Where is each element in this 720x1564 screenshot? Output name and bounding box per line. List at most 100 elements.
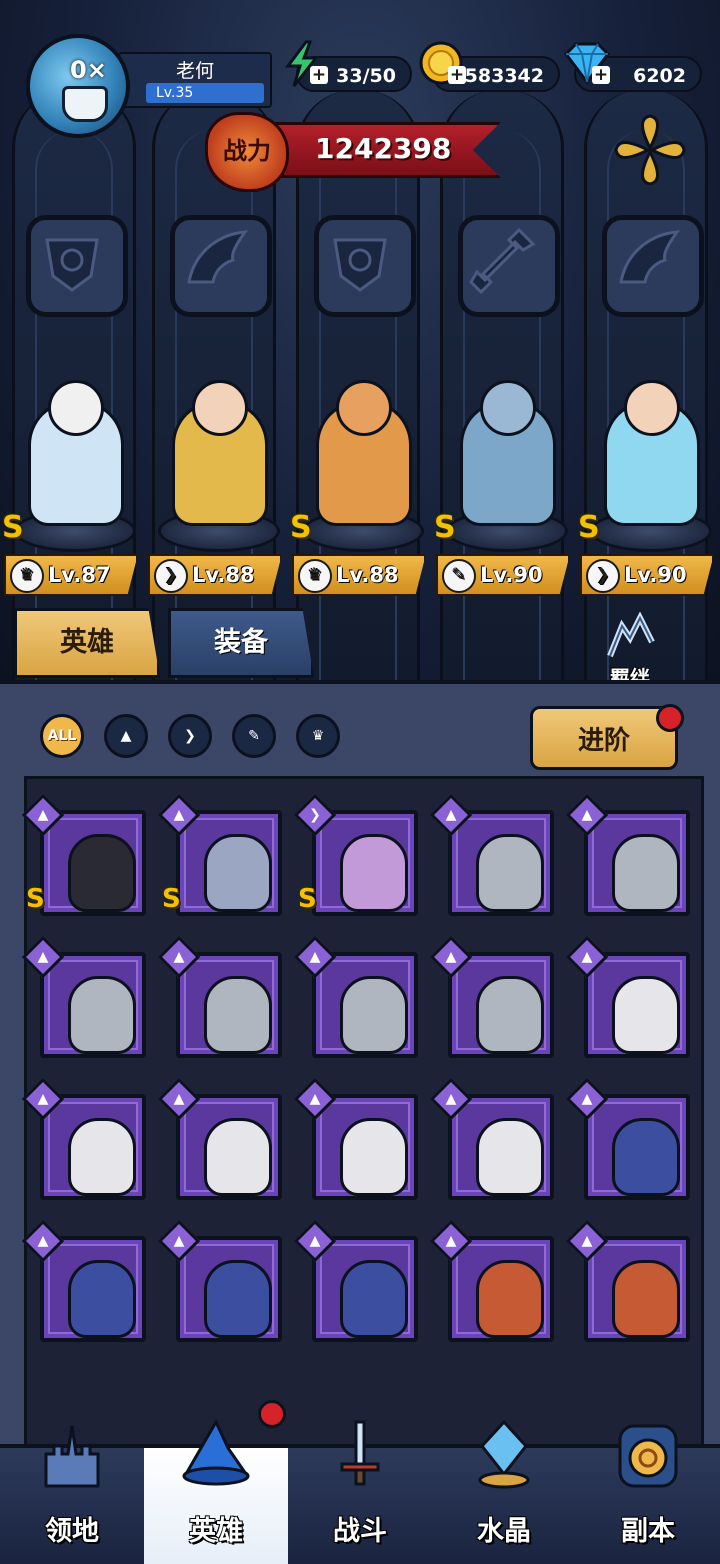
rank-s-badge: S <box>2 510 24 545</box>
diamond-icon: + <box>562 40 610 85</box>
hero-card[interactable] <box>312 1236 418 1342</box>
hero-level: Lv.87 <box>48 563 111 587</box>
hero-card[interactable] <box>448 952 554 1058</box>
hero-card[interactable] <box>40 1236 146 1342</box>
plus-icon[interactable]: + <box>310 66 328 84</box>
hero-level-tag: ♛ Lv.88 <box>292 554 426 596</box>
filter-warrior-icon[interactable]: ♛ <box>296 714 340 758</box>
hero-card[interactable] <box>176 1094 282 1200</box>
tab-equipment[interactable]: 装备 <box>168 608 314 678</box>
player-namebar[interactable]: 老何 Lv.35 <box>118 52 272 108</box>
hero-card[interactable] <box>40 952 146 1058</box>
nav-hero[interactable]: 英雄 <box>144 1418 288 1564</box>
hero-card[interactable] <box>312 1094 418 1200</box>
hero-card-frame <box>320 960 410 1054</box>
hero-card-frame <box>456 1102 546 1196</box>
hero-card[interactable] <box>448 1094 554 1200</box>
nav-battle[interactable]: 战斗 <box>288 1420 432 1564</box>
hero-portrait-nun <box>68 1118 136 1196</box>
class-tag-glyph: ▲ <box>445 1091 457 1107</box>
hero-card-frame <box>184 1102 274 1196</box>
hero-level: Lv.88 <box>192 563 255 587</box>
hero-portrait-succubus <box>340 834 408 912</box>
hero-portrait-vampire <box>204 834 272 912</box>
hero-card[interactable] <box>312 810 418 916</box>
hero-level: Lv.90 <box>480 563 543 587</box>
hero-level: Lv.90 <box>624 563 687 587</box>
hero-portrait-knight <box>340 976 408 1054</box>
team-hero-slot[interactable]: S <box>576 370 716 552</box>
nav-crystal-label: 水晶 <box>477 1516 531 1547</box>
hero-card-frame <box>592 818 682 912</box>
nav-battle-label: 战斗 <box>333 1516 387 1547</box>
wizard-hat-icon <box>180 1418 252 1490</box>
hero-portrait-nun <box>340 1118 408 1196</box>
team-hero-slot[interactable]: S <box>432 370 572 552</box>
lightning-icon: + <box>280 40 328 87</box>
hero-card[interactable] <box>40 810 146 916</box>
hero-portrait-dwarf <box>476 1260 544 1338</box>
tab-hero[interactable]: 英雄 <box>14 608 160 678</box>
hero-card[interactable] <box>176 1236 282 1342</box>
wing-class-emblem-icon <box>170 215 272 317</box>
team-hero-slot[interactable]: S <box>0 370 140 552</box>
hero-level-tag: ✎ Lv.90 <box>436 554 570 596</box>
hero-card[interactable] <box>584 1094 690 1200</box>
nav-territory[interactable]: 领地 <box>0 1425 144 1564</box>
hero-card-frame <box>48 1102 138 1196</box>
class-tag-glyph: ▲ <box>309 1091 321 1107</box>
hero-card[interactable] <box>584 952 690 1058</box>
hero-card[interactable] <box>176 952 282 1058</box>
wing-class-icon: ❯ <box>586 559 620 593</box>
hero-level-tag: ❯ Lv.90 <box>580 554 714 596</box>
wrench-class-emblem-icon <box>458 215 560 317</box>
filter-wrench-icon[interactable]: ✎ <box>232 714 276 758</box>
class-tag-glyph: ▲ <box>581 807 593 823</box>
nav-territory-label: 领地 <box>45 1516 99 1547</box>
nav-crystal[interactable]: 水晶 <box>432 1419 576 1564</box>
toilet-icon <box>62 86 108 122</box>
hero-card[interactable] <box>40 1094 146 1200</box>
player-name: 老何 <box>175 60 214 82</box>
class-tag-glyph: ▲ <box>445 807 457 823</box>
hero-card[interactable] <box>312 952 418 1058</box>
plus-icon[interactable]: + <box>592 66 610 84</box>
power-banner: 战力 1242398 <box>205 112 501 192</box>
filter-mage-icon[interactable]: ▲ <box>104 714 148 758</box>
bond-arrows-icon <box>600 611 660 662</box>
wrench-class-icon: ✎ <box>442 559 476 593</box>
portal-icon <box>612 1418 684 1490</box>
filter-all[interactable]: ALL <box>40 714 84 758</box>
hero-portrait-ninja <box>68 834 136 912</box>
class-tag-glyph: ▲ <box>309 1233 321 1249</box>
hero-portrait-dwarf <box>612 1260 680 1338</box>
plus-icon[interactable]: + <box>448 66 466 84</box>
sword-icon <box>324 1418 396 1490</box>
class-tag-glyph: ▲ <box>37 949 49 965</box>
rank-s-badge: S <box>26 884 45 914</box>
hero-portrait-wizard <box>204 1260 272 1338</box>
filter-wing-icon[interactable]: ❯ <box>168 714 212 758</box>
team-hero-slot[interactable]: S <box>288 370 428 552</box>
hero-portrait-knight <box>476 976 544 1054</box>
team-hero-slot[interactable] <box>144 370 284 552</box>
player-avatar[interactable] <box>26 34 130 138</box>
player-level: Lv.35 <box>146 83 264 103</box>
hero-card[interactable] <box>584 810 690 916</box>
nav-hero-label: 英雄 <box>189 1516 243 1547</box>
class-tag-glyph: ▲ <box>37 1091 49 1107</box>
power-value: 1242398 <box>315 132 452 165</box>
hero-portrait-knight <box>204 976 272 1054</box>
clover-settings-icon[interactable] <box>610 110 690 190</box>
hero-card[interactable] <box>584 1236 690 1342</box>
hero-card[interactable] <box>448 810 554 916</box>
hero-card-frame <box>320 818 410 912</box>
hero-head <box>624 380 680 436</box>
hero-card[interactable] <box>448 1236 554 1342</box>
stamina-value: 33/50 <box>336 65 396 87</box>
warrior-class-icon: ♛ <box>10 559 44 593</box>
nav-dungeon[interactable]: 副本 <box>576 1424 720 1564</box>
bottom-navigation: 领地 英雄 战斗 水晶 副本 <box>0 1418 720 1564</box>
hero-card[interactable] <box>176 810 282 916</box>
warrior-class-emblem-icon <box>314 215 416 317</box>
